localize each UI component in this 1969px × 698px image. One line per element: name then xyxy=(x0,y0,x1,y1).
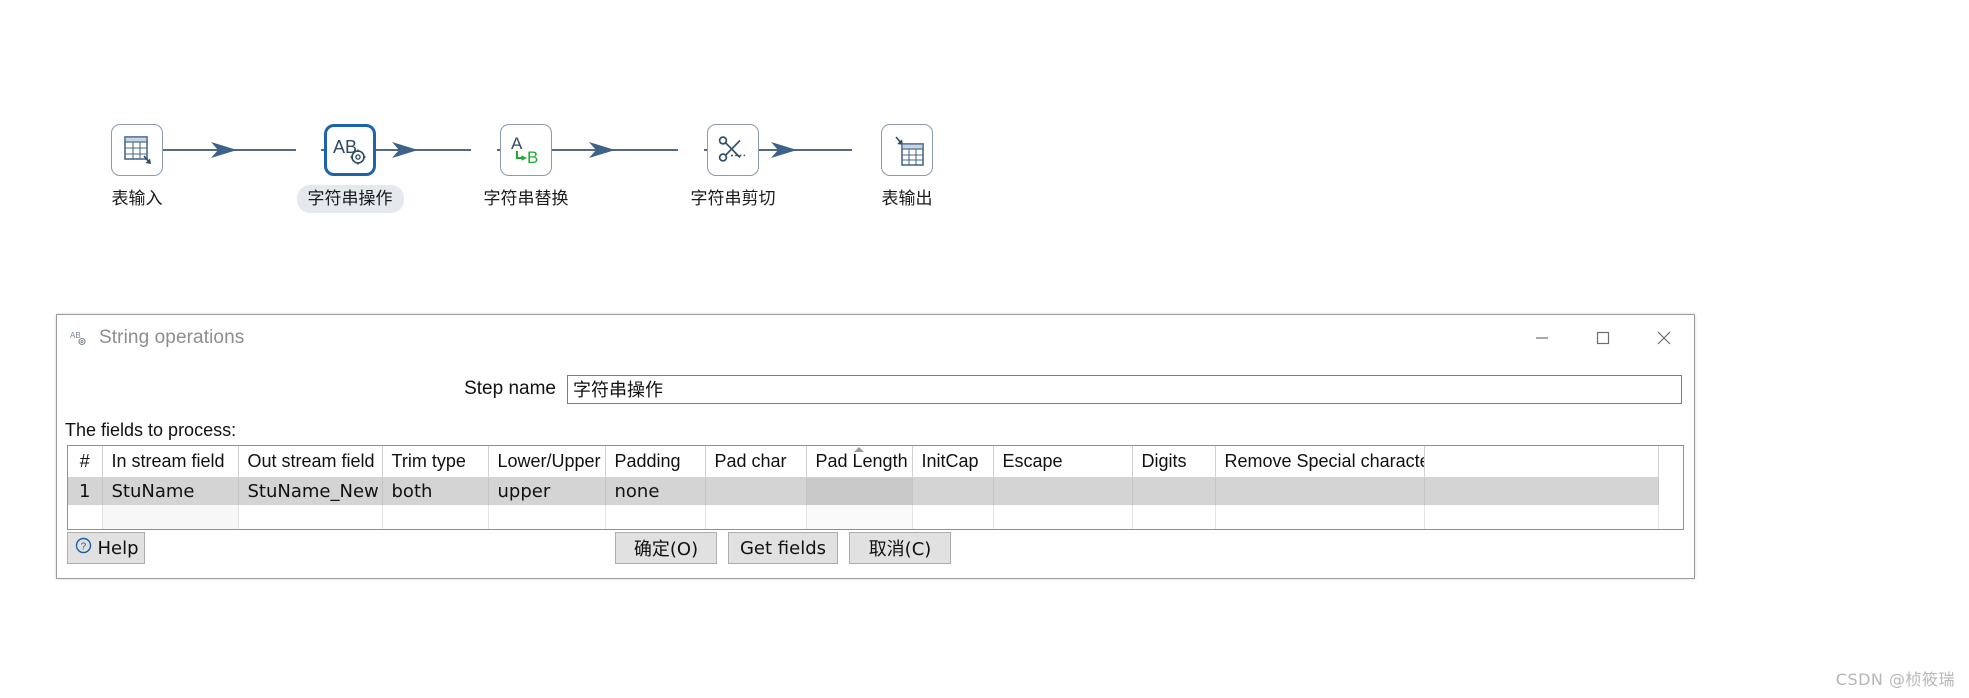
fields-to-process-label: The fields to process: xyxy=(65,420,237,440)
column-header-pad-length[interactable]: Pad Length xyxy=(806,446,913,478)
svg-text:B: B xyxy=(527,148,538,167)
flow-node-table-input[interactable]: 表输入 xyxy=(82,124,192,213)
table-output-icon[interactable] xyxy=(881,124,933,176)
transformation-canvas[interactable]: 表输入 AB 字符串操作 A B 字符串替换 字符串剪切 表输出 xyxy=(0,0,1969,280)
maximize-icon[interactable] xyxy=(1572,315,1633,360)
column-header-initcap[interactable]: InitCap xyxy=(912,446,994,478)
ok-button-label: 确定(O) xyxy=(633,539,699,560)
cell-initcap[interactable] xyxy=(912,477,994,505)
svg-text:AB: AB xyxy=(70,331,81,340)
window-controls xyxy=(1511,315,1694,360)
cell-in-stream-field[interactable]: StuName xyxy=(102,477,239,505)
step-name-label: Step name xyxy=(464,378,556,399)
column-header-pad-char[interactable]: Pad char xyxy=(705,446,807,478)
flow-node-label: 表输入 xyxy=(111,189,163,209)
get-fields-button[interactable]: Get fields xyxy=(728,532,838,564)
cell-digits[interactable] xyxy=(1132,477,1216,505)
scissors-icon[interactable] xyxy=(707,124,759,176)
column-header-remove-special-character[interactable]: Remove Special character xyxy=(1215,446,1425,478)
column-header-out-stream-field[interactable]: Out stream field xyxy=(238,446,383,478)
flow-node-string-replace[interactable]: A B 字符串替换 xyxy=(471,124,581,213)
dialog-button-bar: ? Help 确定(O) Get fields 取消(C) xyxy=(57,520,1694,578)
cell-pad-length[interactable] xyxy=(806,477,913,505)
minimize-icon[interactable] xyxy=(1511,315,1572,360)
column-header-escape[interactable]: Escape xyxy=(993,446,1133,478)
cancel-button-label: 取消(C) xyxy=(868,539,932,560)
flow-node-table-output[interactable]: 表输出 xyxy=(852,124,962,213)
flow-arrow-icon xyxy=(589,140,617,165)
watermark: CSDN @桢筱瑞 xyxy=(1835,670,1955,689)
svg-text:A: A xyxy=(511,134,523,153)
cell-padding[interactable]: none xyxy=(605,477,706,505)
dialog-title: String operations xyxy=(99,326,245,348)
a-to-b-icon[interactable]: A B xyxy=(500,124,552,176)
column-header-trim-type[interactable]: Trim type xyxy=(382,446,489,478)
step-name-row: Step name xyxy=(57,366,1694,412)
ab-gear-icon: AB xyxy=(70,329,88,347)
table-row[interactable]: 1 StuName StuName_New both upper none xyxy=(68,477,1659,505)
flow-node-string-cut[interactable]: 字符串剪切 xyxy=(678,124,788,213)
cell-trim-type[interactable]: both xyxy=(382,477,489,505)
flow-arrow-icon xyxy=(392,140,420,165)
flow-node-label: 字符串剪切 xyxy=(690,189,776,209)
cell-index[interactable]: 1 xyxy=(68,477,103,505)
table-header-row: # In stream field Out stream field Trim … xyxy=(68,446,1659,478)
column-header-digits[interactable]: Digits xyxy=(1132,446,1216,478)
column-header-spacer xyxy=(1424,446,1659,478)
flow-arrow-icon xyxy=(771,140,799,165)
column-header-in-stream-field[interactable]: In stream field xyxy=(102,446,239,478)
table-input-icon[interactable] xyxy=(111,124,163,176)
ab-gear-icon[interactable]: AB xyxy=(324,124,376,176)
help-button[interactable]: ? Help xyxy=(67,532,145,564)
cell-out-stream-field[interactable]: StuName_New xyxy=(238,477,383,505)
step-name-input[interactable] xyxy=(567,374,1682,404)
cancel-button[interactable]: 取消(C) xyxy=(849,532,951,564)
cell-spacer xyxy=(1424,477,1659,505)
cell-lower-upper[interactable]: upper xyxy=(488,477,606,505)
cell-escape[interactable] xyxy=(993,477,1133,505)
column-header-padding[interactable]: Padding xyxy=(605,446,706,478)
flow-node-label: 字符串替换 xyxy=(483,189,569,209)
ok-button[interactable]: 确定(O) xyxy=(615,532,717,564)
svg-text:?: ? xyxy=(81,541,87,552)
flow-node-label: 字符串操作 xyxy=(296,185,404,213)
flow-arrow-icon xyxy=(211,140,239,165)
help-button-label: Help xyxy=(97,537,139,559)
close-icon[interactable] xyxy=(1633,315,1694,360)
dialog-titlebar[interactable]: AB String operations xyxy=(57,315,1694,360)
flow-node-string-operations[interactable]: AB 字符串操作 xyxy=(295,124,405,213)
question-circle-icon: ? xyxy=(75,537,92,559)
column-header-lower-upper[interactable]: Lower/Upper xyxy=(488,446,606,478)
get-fields-button-label: Get fields xyxy=(739,537,827,559)
string-operations-dialog: AB String operations Step name The field… xyxy=(56,314,1695,579)
cell-pad-char[interactable] xyxy=(705,477,807,505)
fields-table-container[interactable]: # In stream field Out stream field Trim … xyxy=(67,445,1684,530)
flow-node-label: 表输出 xyxy=(881,189,933,209)
column-header-index[interactable]: # xyxy=(68,446,103,478)
fields-table[interactable]: # In stream field Out stream field Trim … xyxy=(68,446,1659,529)
cell-remove-special-character[interactable] xyxy=(1215,477,1425,505)
